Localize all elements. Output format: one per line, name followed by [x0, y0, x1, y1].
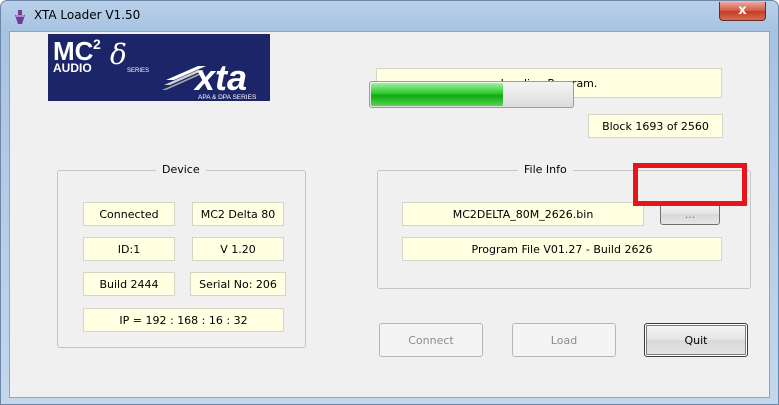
close-button[interactable]: x: [719, 2, 766, 21]
file-name: MC2DELTA_80M_2626.bin: [402, 202, 644, 226]
file-description: Program File V01.27 - Build 2626: [402, 237, 722, 261]
logo-sup: 2: [93, 36, 101, 52]
mc2-xta-logo: MC 2 AUDIO δ SERIES xta APA & DPA SERIES: [48, 34, 270, 101]
title-bar[interactable]: XTA Loader V1.50 x: [1, 1, 778, 31]
device-serial: Serial No: 206: [190, 272, 286, 296]
logo-series: SERIES: [127, 68, 149, 74]
logo-graphic: MC 2 AUDIO δ SERIES xta APA & DPA SERIES: [53, 36, 257, 101]
device-build: Build 2444: [83, 272, 175, 296]
window-title: XTA Loader V1.50: [34, 8, 141, 22]
file-info-group-title: File Info: [518, 163, 573, 176]
logo-apa: APA & DPA SERIES: [198, 94, 257, 101]
browse-button[interactable]: ...: [660, 203, 720, 225]
device-version: V 1.20: [192, 237, 284, 261]
block-counter: Block 1693 of 2560: [588, 114, 723, 138]
logo-xta: xta: [193, 57, 247, 98]
device-group-title: Device: [156, 163, 206, 176]
logo-audio: AUDIO: [53, 61, 92, 75]
connect-button[interactable]: Connect: [379, 323, 483, 357]
progress-bar: [369, 81, 574, 108]
device-model: MC2 Delta 80: [192, 202, 284, 226]
device-id: ID:1: [83, 237, 175, 261]
load-button[interactable]: Load: [512, 323, 616, 357]
app-icon: [15, 10, 25, 24]
quit-button[interactable]: Quit: [644, 323, 748, 357]
progress-fill: [371, 83, 503, 106]
device-ip: IP = 192 : 168 : 16 : 32: [83, 308, 284, 332]
logo-delta: δ: [110, 38, 127, 71]
device-state: Connected: [83, 202, 175, 226]
highlight-frame: [633, 163, 747, 206]
